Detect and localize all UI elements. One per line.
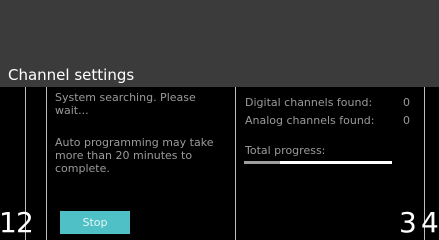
- info-message: Auto programming may take more than 20 m…: [55, 136, 214, 175]
- step-marker-3: 3: [399, 206, 417, 239]
- analog-channels-row: Analog channels found: 0: [245, 114, 415, 127]
- header-bar: Channel settings: [0, 0, 439, 87]
- analog-channels-label: Analog channels found:: [245, 114, 375, 127]
- digital-channels-row: Digital channels found: 0: [245, 96, 415, 109]
- column-divider: [46, 87, 47, 240]
- step-marker-2: 2: [16, 206, 34, 239]
- digital-channels-label: Digital channels found:: [245, 96, 373, 109]
- progress-label: Total progress:: [245, 144, 326, 157]
- status-message: System searching. Please wait...: [55, 91, 196, 117]
- page-title: Channel settings: [8, 66, 135, 84]
- analog-channels-count: 0: [403, 114, 410, 127]
- step-marker-1: 1: [0, 206, 17, 239]
- progress-bar-fill: [244, 161, 280, 164]
- content-area: System searching. Please wait... Auto pr…: [0, 87, 439, 240]
- digital-channels-count: 0: [403, 96, 410, 109]
- column-divider: [235, 87, 236, 240]
- step-marker-4: 4: [421, 206, 439, 239]
- progress-bar: [244, 161, 392, 164]
- stop-button[interactable]: Stop: [60, 211, 130, 234]
